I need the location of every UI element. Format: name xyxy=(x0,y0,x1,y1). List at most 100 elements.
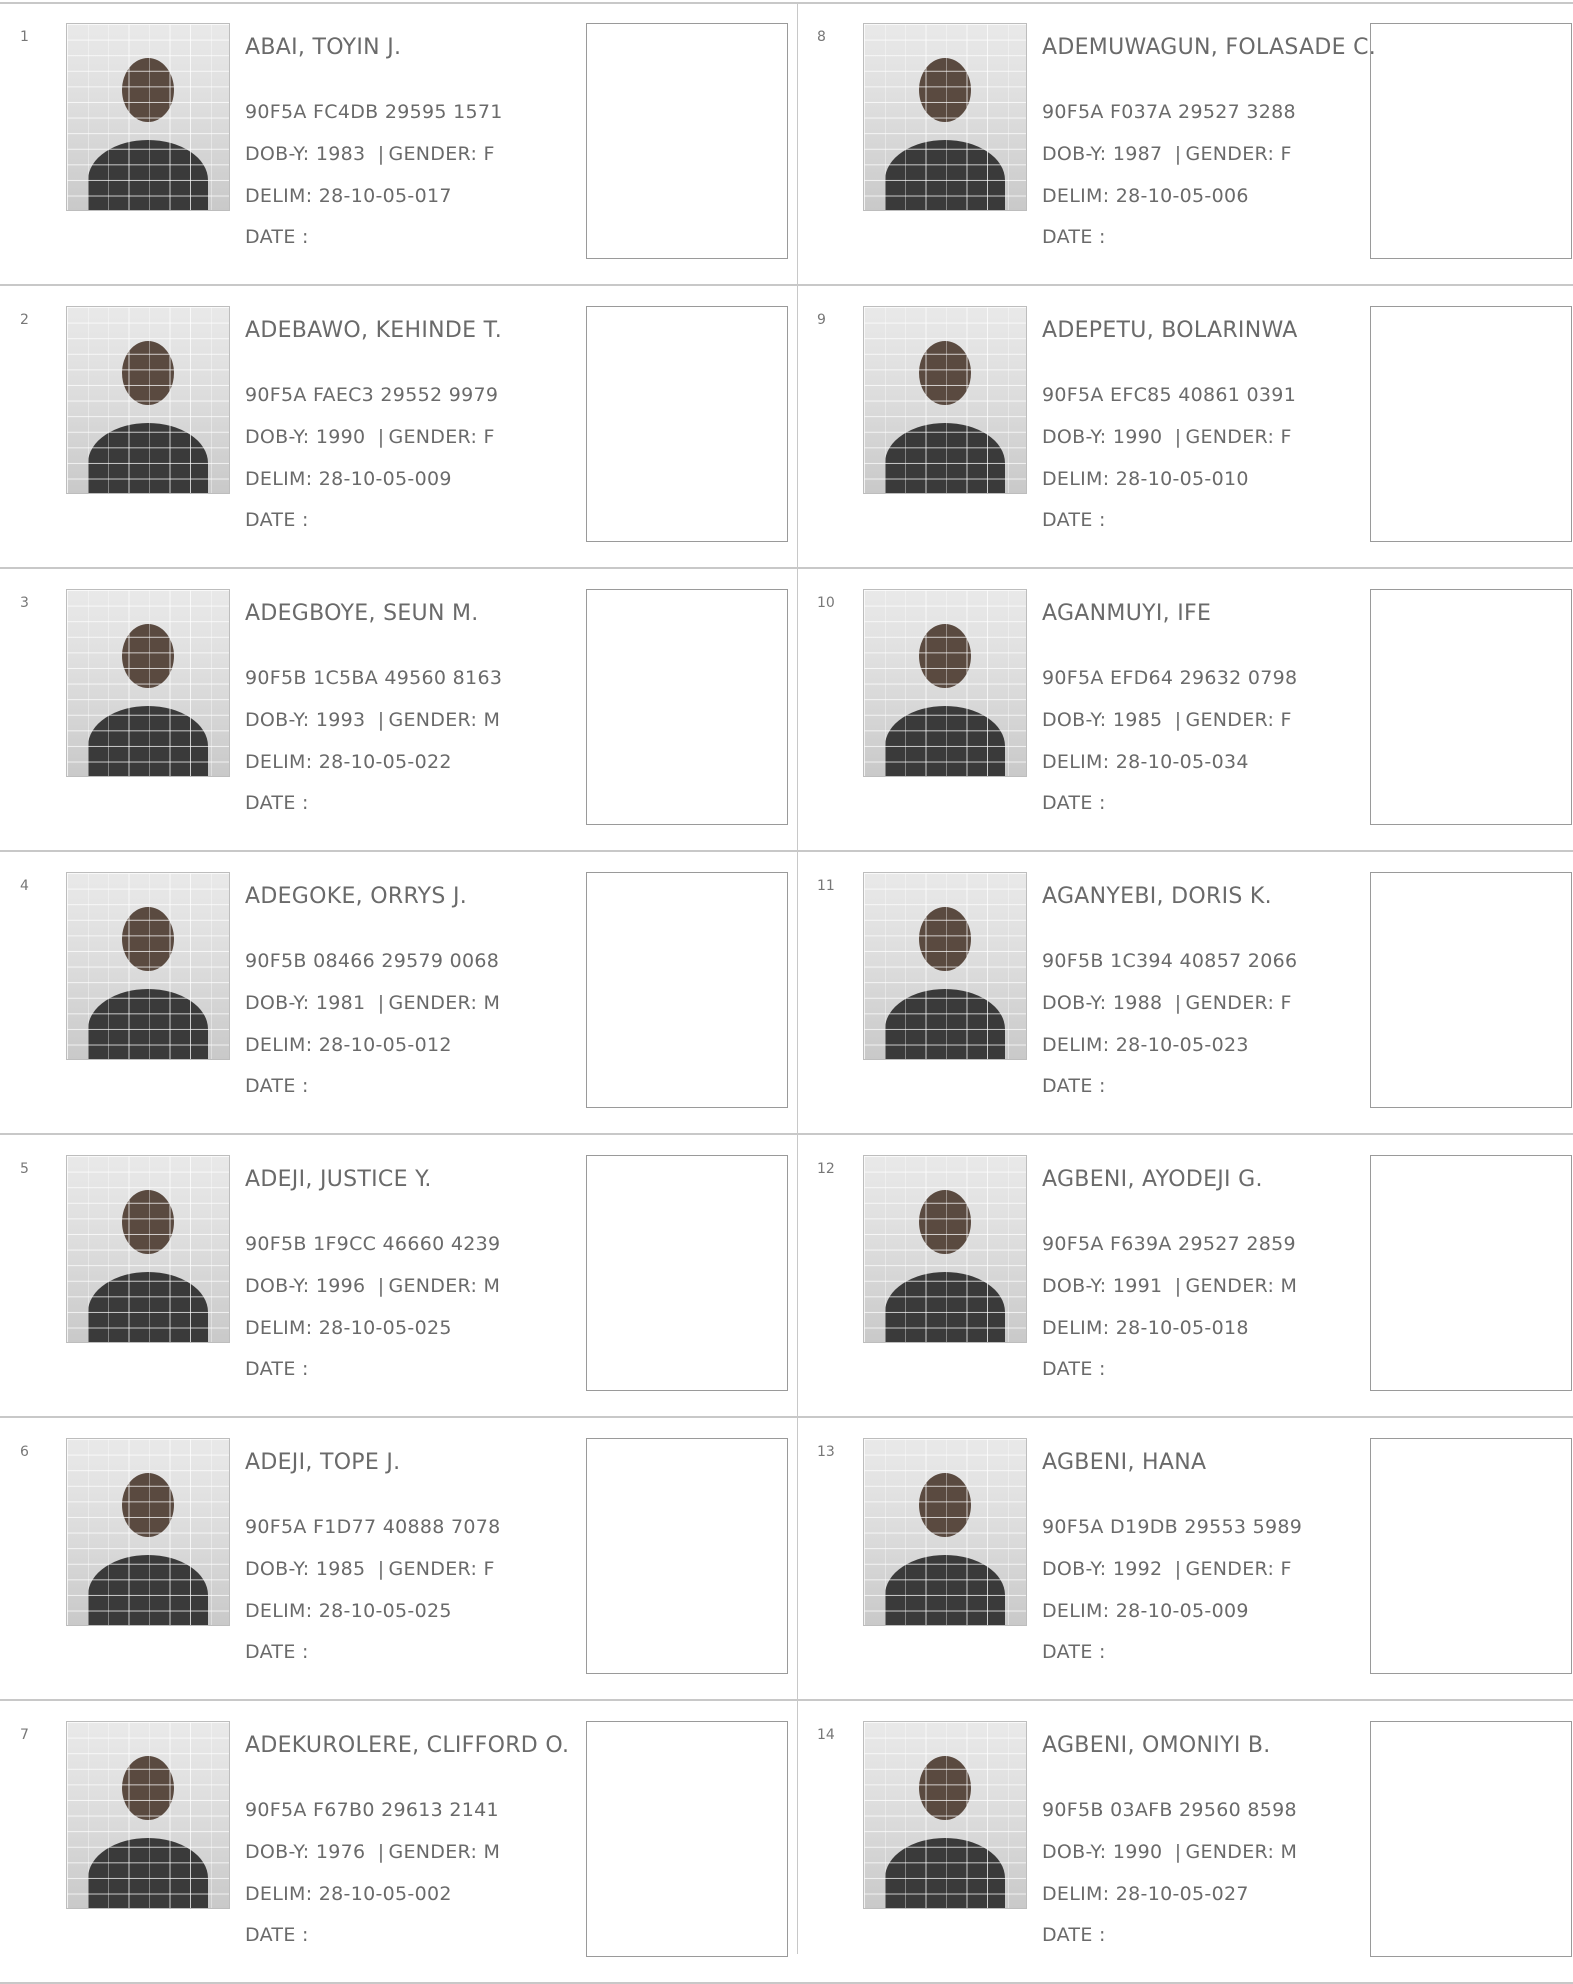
voter-card: 1 ABAI, TOYIN J. 90F5A FC4DB 29595 1571 … xyxy=(0,3,797,286)
dob-label: DOB-Y: xyxy=(245,1841,310,1863)
dob-value: 1990 xyxy=(1112,1841,1163,1863)
date-label: DATE : xyxy=(245,1924,309,1946)
date-label: DATE : xyxy=(245,1641,309,1663)
gender-value: F xyxy=(1280,992,1292,1014)
voter-dob-gender-line: DOB-Y: 1985 | GENDER: F xyxy=(245,1558,495,1580)
voter-dob-gender-line: DOB-Y: 1983 | GENDER: F xyxy=(245,143,495,165)
voter-vin: 90F5A F1D77 40888 7078 xyxy=(245,1516,501,1538)
dob-value: 1996 xyxy=(315,1275,366,1297)
voter-date-line: DATE : xyxy=(1042,226,1106,248)
voter-date-line: DATE : xyxy=(245,1358,309,1380)
separator-pipe: | xyxy=(377,1275,385,1297)
voter-card: 5 ADEJI, JUSTICE Y. 90F5B 1F9CC 46660 42… xyxy=(0,1135,797,1418)
voter-dob-gender-line: DOB-Y: 1996 | GENDER: M xyxy=(245,1275,500,1297)
voter-serial-number: 14 xyxy=(817,1727,835,1743)
thumbprint-box xyxy=(1370,1721,1572,1957)
thumbprint-box xyxy=(1370,589,1572,825)
dob-label: DOB-Y: xyxy=(245,426,310,448)
delim-value: 28-10-05-025 xyxy=(318,1317,452,1339)
voter-photo xyxy=(66,1438,230,1626)
delim-value: 28-10-05-002 xyxy=(318,1883,452,1905)
voter-delim-line: DELIM: 28-10-05-002 xyxy=(245,1883,452,1905)
separator-pipe: | xyxy=(1174,709,1182,731)
voter-date-line: DATE : xyxy=(1042,792,1106,814)
voter-dob-gender-line: DOB-Y: 1992 | GENDER: F xyxy=(1042,1558,1292,1580)
photo-watermark-grid xyxy=(864,1722,1026,1908)
voter-name: AGBENI, HANA xyxy=(1042,1450,1207,1475)
photo-watermark-grid xyxy=(864,1156,1026,1342)
gender-label: GENDER: xyxy=(1185,426,1275,448)
gender-label: GENDER: xyxy=(388,1558,478,1580)
delim-label: DELIM: xyxy=(245,751,313,773)
voter-delim-line: DELIM: 28-10-05-027 xyxy=(1042,1883,1249,1905)
gender-label: GENDER: xyxy=(1185,1558,1275,1580)
gender-label: GENDER: xyxy=(388,1275,478,1297)
delim-value: 28-10-05-023 xyxy=(1115,1034,1249,1056)
voter-card: 4 ADEGOKE, ORRYS J. 90F5B 08466 29579 00… xyxy=(0,852,797,1135)
delim-value: 28-10-05-006 xyxy=(1115,185,1249,207)
voter-card: 6 ADEJI, TOPE J. 90F5A F1D77 40888 7078 … xyxy=(0,1418,797,1701)
date-label: DATE : xyxy=(1042,1358,1106,1380)
delim-value: 28-10-05-017 xyxy=(318,185,452,207)
voter-dob-gender-line: DOB-Y: 1985 | GENDER: F xyxy=(1042,709,1292,731)
voter-name: ADEPETU, BOLARINWA xyxy=(1042,318,1298,343)
voter-delim-line: DELIM: 28-10-05-025 xyxy=(245,1317,452,1339)
separator-pipe: | xyxy=(1174,1558,1182,1580)
gender-value: M xyxy=(1280,1841,1298,1863)
dob-value: 1993 xyxy=(315,709,366,731)
gender-label: GENDER: xyxy=(1185,709,1275,731)
delim-value: 28-10-05-034 xyxy=(1115,751,1249,773)
voter-name: ADEGBOYE, SEUN M. xyxy=(245,601,479,626)
delim-label: DELIM: xyxy=(245,1600,313,1622)
separator-pipe: | xyxy=(377,992,385,1014)
separator-pipe: | xyxy=(377,143,385,165)
gender-label: GENDER: xyxy=(1185,1841,1275,1863)
voter-name: ADEJI, JUSTICE Y. xyxy=(245,1167,432,1192)
voter-date-line: DATE : xyxy=(1042,509,1106,531)
separator-pipe: | xyxy=(1174,1275,1182,1297)
voter-vin: 90F5B 08466 29579 0068 xyxy=(245,950,500,972)
delim-label: DELIM: xyxy=(245,468,313,490)
dob-label: DOB-Y: xyxy=(245,709,310,731)
gender-value: F xyxy=(1280,1558,1292,1580)
thumbprint-box xyxy=(586,872,788,1108)
voter-serial-number: 9 xyxy=(817,312,826,328)
thumbprint-box xyxy=(586,306,788,542)
voter-serial-number: 6 xyxy=(20,1444,29,1460)
dob-value: 1983 xyxy=(315,143,366,165)
gender-value: F xyxy=(1280,143,1292,165)
voter-name: ADEBAWO, KEHINDE T. xyxy=(245,318,503,343)
thumbprint-box xyxy=(1370,1155,1572,1391)
date-label: DATE : xyxy=(1042,792,1106,814)
voter-dob-gender-line: DOB-Y: 1976 | GENDER: M xyxy=(245,1841,500,1863)
voter-serial-number: 4 xyxy=(20,878,29,894)
voter-date-line: DATE : xyxy=(245,1924,309,1946)
voter-dob-gender-line: DOB-Y: 1981 | GENDER: M xyxy=(245,992,500,1014)
gender-value: F xyxy=(1280,709,1292,731)
gender-label: GENDER: xyxy=(388,426,478,448)
thumbprint-box xyxy=(1370,872,1572,1108)
dob-label: DOB-Y: xyxy=(1042,709,1107,731)
voter-name: ADEMUWAGUN, FOLASADE C. xyxy=(1042,35,1377,60)
gender-value: M xyxy=(483,709,501,731)
voter-name: ADEJI, TOPE J. xyxy=(245,1450,401,1475)
voter-photo xyxy=(66,1155,230,1343)
gender-label: GENDER: xyxy=(1185,992,1275,1014)
voter-vin: 90F5A F639A 29527 2859 xyxy=(1042,1233,1296,1255)
dob-value: 1985 xyxy=(1112,709,1163,731)
thumbprint-box xyxy=(1370,23,1572,259)
delim-value: 28-10-05-027 xyxy=(1115,1883,1249,1905)
dob-value: 1981 xyxy=(315,992,366,1014)
voter-card: 14 AGBENI, OMONIYI B. 90F5B 03AFB 29560 … xyxy=(797,1701,1573,1984)
dob-label: DOB-Y: xyxy=(1042,1841,1107,1863)
voter-card: 11 AGANYEBI, DORIS K. 90F5B 1C394 40857 … xyxy=(797,852,1573,1135)
voter-vin: 90F5A FAEC3 29552 9979 xyxy=(245,384,499,406)
voter-date-line: DATE : xyxy=(245,792,309,814)
date-label: DATE : xyxy=(245,792,309,814)
date-label: DATE : xyxy=(245,509,309,531)
voter-card: 10 AGANMUYI, IFE 90F5A EFD64 29632 0798 … xyxy=(797,569,1573,852)
delim-label: DELIM: xyxy=(1042,1883,1110,1905)
voter-delim-line: DELIM: 28-10-05-018 xyxy=(1042,1317,1249,1339)
voter-register-page: 1 ABAI, TOYIN J. 90F5A FC4DB 29595 1571 … xyxy=(0,0,1573,1984)
voter-date-line: DATE : xyxy=(245,1641,309,1663)
